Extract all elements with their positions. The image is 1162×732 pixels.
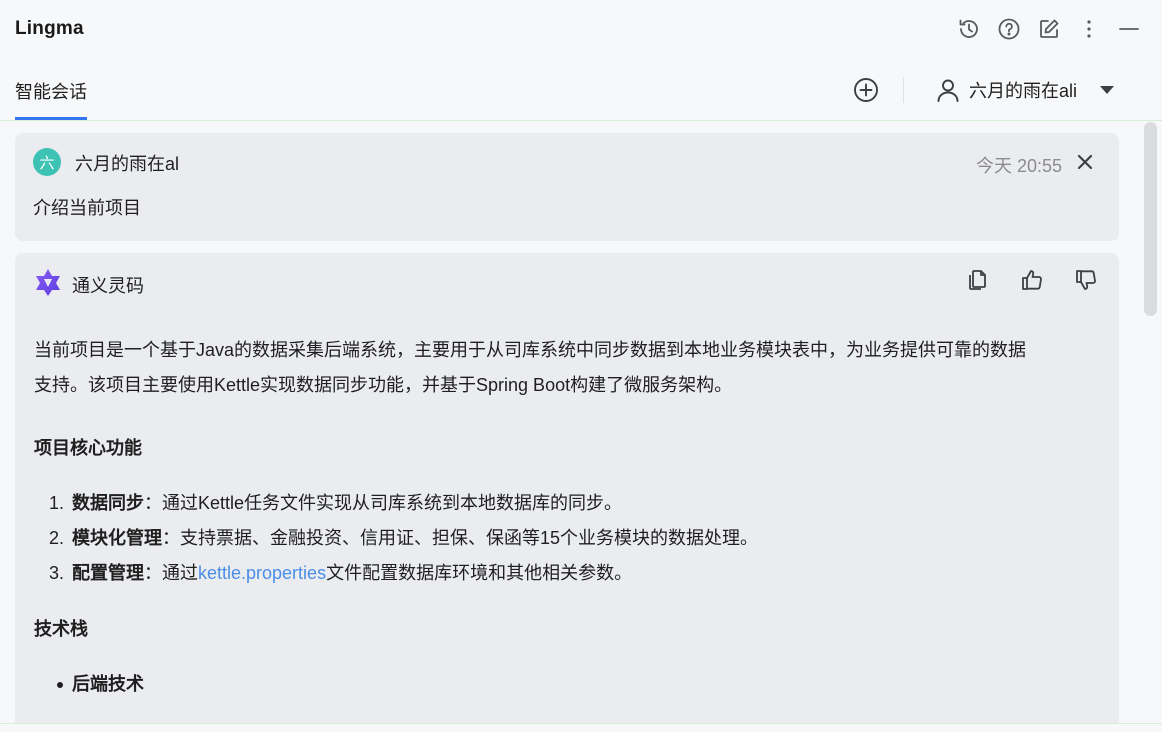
kettle-properties-link[interactable]: kettle.properties bbox=[198, 556, 326, 591]
list-item: 1. 数据同步 ： 通过Kettle任务文件实现从司库系统到本地数据库的同步。 bbox=[34, 486, 1104, 521]
history-icon bbox=[959, 19, 978, 38]
user-message-text: 介绍当前项目 bbox=[33, 198, 141, 218]
more-button[interactable] bbox=[1076, 16, 1102, 42]
scrollbar-thumb[interactable] bbox=[1144, 122, 1157, 316]
feature-separator: ： bbox=[162, 528, 180, 548]
help-icon bbox=[998, 18, 1020, 40]
list-number: 1. bbox=[48, 493, 64, 513]
feature-text-post: 文件配置数据库环境和其他相关参数。 bbox=[326, 563, 633, 583]
message-timestamp: 今天 20:55 bbox=[975, 156, 1062, 176]
ai-message-card: 通义灵码 当前项目是一个基于Java的数据采集后端系统，主要用于从司库系统中同步… bbox=[15, 253, 1119, 723]
title-bar: Lingma bbox=[0, 0, 1162, 58]
tech-stack-heading: 技术栈 bbox=[34, 619, 88, 640]
user-menu[interactable]: 六月的雨在ali bbox=[935, 74, 1115, 106]
copy-icon bbox=[969, 270, 986, 290]
tech-item-label: 后端技术 bbox=[72, 674, 144, 695]
title-actions bbox=[956, 15, 1142, 43]
user-message-name: 六月的雨在al bbox=[75, 154, 180, 174]
edit-icon bbox=[1040, 19, 1059, 38]
features-heading: 项目核心功能 bbox=[34, 438, 142, 459]
user-message-card: 六 六月的雨在al 今天 20:55 介绍当前项目 bbox=[15, 133, 1119, 241]
history-button[interactable] bbox=[956, 16, 982, 42]
avatar: 六 bbox=[33, 148, 61, 176]
list-number: 2. bbox=[48, 528, 64, 548]
list-item: 2. 模块化管理 ： 支持票据、金融投资、信用证、担保、保函等15个业务模块的数… bbox=[34, 521, 1104, 556]
more-vertical-icon bbox=[1087, 20, 1091, 38]
thumbs-down-button[interactable] bbox=[1073, 267, 1099, 293]
user-menu-name: 六月的雨在ali bbox=[969, 81, 1078, 101]
thumbs-down-icon bbox=[1076, 270, 1096, 290]
feature-text-pre: 通过 bbox=[162, 563, 198, 583]
intro-paragraph-line1: 当前项目是一个基于Java的数据采集后端系统，主要用于从司库系统中同步数据到本地… bbox=[34, 340, 1027, 360]
tech-stack-list: 后端技术 bbox=[34, 667, 1104, 702]
tongyi-lingma-logo-icon bbox=[36, 269, 60, 296]
close-message-button[interactable] bbox=[1073, 150, 1097, 174]
minimize-button[interactable] bbox=[1116, 16, 1142, 42]
list-item: 后端技术 bbox=[34, 667, 1104, 702]
feature-text: 通过Kettle任务文件实现从司库系统到本地数据库的同步。 bbox=[162, 493, 623, 513]
minimize-icon bbox=[1119, 28, 1139, 30]
tab-bar: 智能会话 六月的雨在ali bbox=[0, 58, 1162, 121]
list-number: 3. bbox=[48, 563, 64, 583]
thumbs-up-icon bbox=[1022, 270, 1042, 290]
chat-content[interactable]: 六 六月的雨在al 今天 20:55 介绍当前项目 通义灵码 当前项目是一个基于… bbox=[0, 121, 1140, 723]
edit-button[interactable] bbox=[1036, 16, 1062, 42]
app-title: Lingma bbox=[15, 18, 84, 39]
bottom-divider bbox=[0, 723, 1162, 724]
tab-smart-chat[interactable]: 智能会话 bbox=[15, 78, 87, 120]
ai-message-body: 当前项目是一个基于Java的数据采集后端系统，主要用于从司库系统中同步数据到本地… bbox=[34, 333, 1104, 702]
ai-message-actions bbox=[965, 267, 1099, 293]
thumbs-up-button[interactable] bbox=[1019, 267, 1045, 293]
feature-separator: ： bbox=[144, 563, 162, 583]
feature-separator: ： bbox=[144, 493, 162, 513]
help-button[interactable] bbox=[996, 16, 1022, 42]
close-icon bbox=[1077, 154, 1093, 170]
user-icon bbox=[937, 79, 959, 102]
feature-text: 支持票据、金融投资、信用证、担保、保函等15个业务模块的数据处理。 bbox=[180, 528, 759, 548]
feature-title: 配置管理 bbox=[72, 563, 144, 584]
ai-assistant-name: 通义灵码 bbox=[72, 276, 144, 296]
feature-title: 数据同步 bbox=[72, 493, 144, 514]
divider bbox=[903, 77, 904, 103]
chevron-down-icon bbox=[1100, 86, 1115, 94]
intro-paragraph-line2: 支持。该项目主要使用Kettle实现数据同步功能，并基于Spring Boot构… bbox=[34, 375, 733, 395]
features-list: 1. 数据同步 ： 通过Kettle任务文件实现从司库系统到本地数据库的同步。 … bbox=[34, 486, 1104, 591]
new-chat-button[interactable] bbox=[851, 75, 881, 105]
list-item: 3. 配置管理 ： 通过 kettle.properties 文件配置数据库环境… bbox=[34, 556, 1104, 591]
plus-circle-icon bbox=[854, 78, 878, 102]
copy-button[interactable] bbox=[965, 267, 991, 293]
feature-title: 模块化管理 bbox=[72, 528, 162, 549]
